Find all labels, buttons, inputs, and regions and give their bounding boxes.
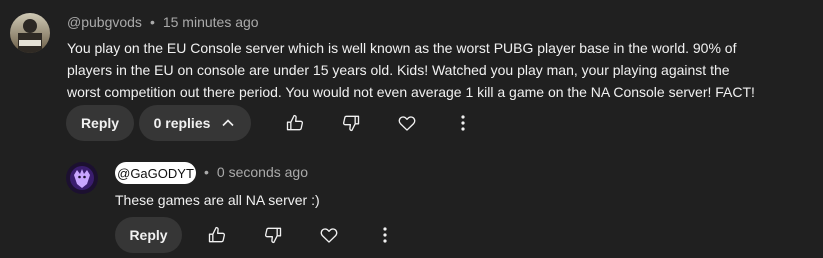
comment-text: You play on the EU Console server which … [67,40,755,100]
reply-button[interactable]: Reply [66,105,134,141]
like-icon [285,113,305,133]
dislike-icon [341,113,361,133]
comment-timestamp[interactable]: 15 minutes ago [163,14,259,30]
reply-author[interactable]: @GaGODYT [115,162,196,184]
reply-meta: • 0 seconds ago [196,164,308,180]
reply-heart-button[interactable] [311,217,347,253]
more-vert-icon [453,113,473,133]
reply-reply-button[interactable]: Reply [115,217,182,253]
dislike-icon [263,225,283,245]
reply-avatar[interactable] [66,162,98,194]
replies-count-label: 0 replies [153,115,211,131]
commenter-avatar[interactable] [10,13,50,53]
heart-icon [319,225,339,245]
meta-separator: • [149,14,155,30]
more-vert-icon [375,225,395,245]
reply-dislike-button[interactable] [255,217,291,253]
like-button[interactable] [277,105,313,141]
chevron-up-icon [220,115,236,131]
reply-text: These games are all NA server :) [115,192,320,208]
meta-separator: • [204,164,209,180]
heart-button[interactable] [389,105,425,141]
reply-more-actions-button[interactable] [367,217,403,253]
dislike-button[interactable] [333,105,369,141]
replies-toggle-button[interactable]: 0 replies [139,105,251,141]
comment-meta: @pubgvods • 15 minutes ago [67,14,259,30]
more-actions-button[interactable] [445,105,481,141]
comment-author[interactable]: @pubgvods [67,14,142,30]
reply-like-button[interactable] [199,217,235,253]
like-icon [207,225,227,245]
reply-timestamp[interactable]: 0 seconds ago [217,164,308,180]
heart-icon [397,113,417,133]
